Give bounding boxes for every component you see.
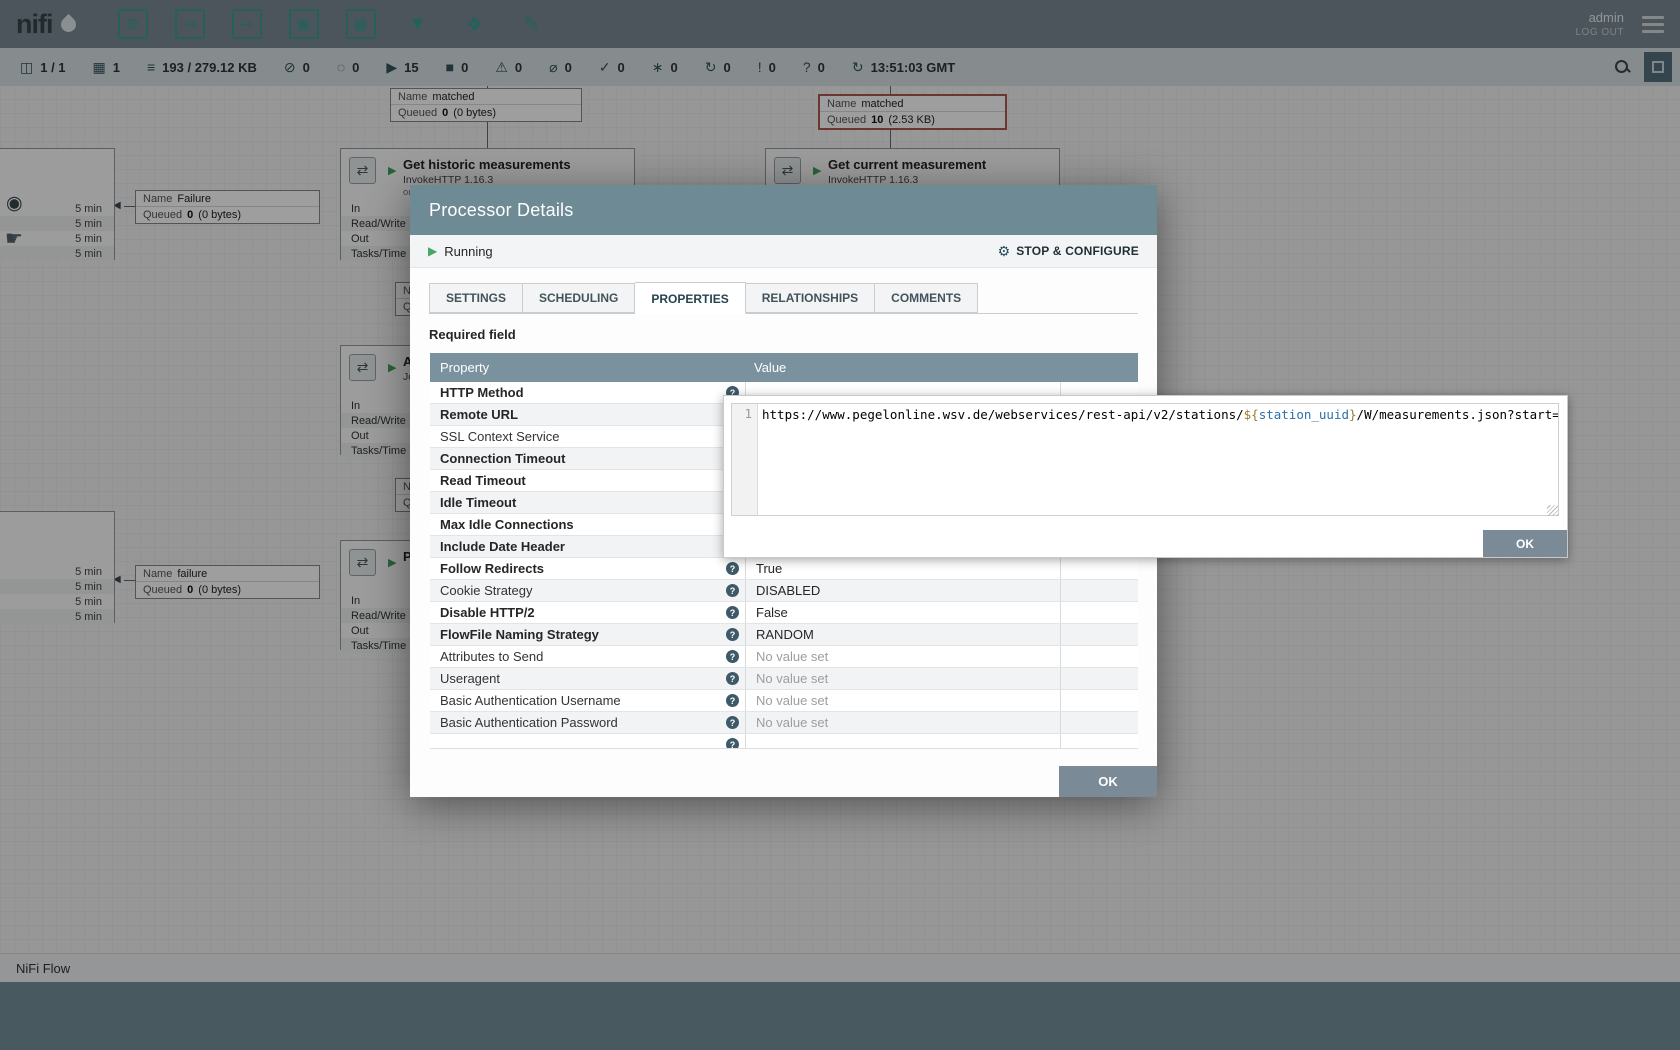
property-row-disable-http2: Disable HTTP/2? False xyxy=(430,602,1138,624)
editor-ok-button[interactable]: OK xyxy=(1483,530,1567,557)
editor-code-line[interactable]: https://www.pegelonline.wsv.de/webservic… xyxy=(758,404,1558,515)
property-row-basic-auth-username: Basic Authentication Username? No value … xyxy=(430,690,1138,712)
property-row-clipped: ? xyxy=(430,734,1138,748)
nifi-app: nifi ⚙ ⇥ ↦ ▣ ▦ ▼ ❖ ✎ admin LOG OUT ◫1 / … xyxy=(0,0,1680,1050)
help-icon[interactable]: ? xyxy=(726,628,739,641)
tab-settings[interactable]: SETTINGS xyxy=(429,283,523,313)
running-status-icon: ▶ xyxy=(428,244,437,258)
value-cell[interactable] xyxy=(745,734,1060,748)
value-cell[interactable]: No value set xyxy=(745,668,1060,689)
help-icon[interactable]: ? xyxy=(726,672,739,685)
value-cell[interactable]: False xyxy=(745,602,1060,623)
help-icon[interactable]: ? xyxy=(726,738,739,748)
property-row-basic-auth-password: Basic Authentication Password? No value … xyxy=(430,712,1138,734)
dialog-header: Processor Details xyxy=(410,185,1157,235)
editor-line-number: 1 xyxy=(732,404,758,515)
help-icon[interactable]: ? xyxy=(726,584,739,597)
configure-gear-icon: ⚙ xyxy=(998,243,1011,260)
value-cell[interactable]: RANDOM xyxy=(745,624,1060,645)
help-icon[interactable]: ? xyxy=(726,716,739,729)
required-field-note: Required field xyxy=(429,327,1138,342)
dialog-status-row: ▶ Running ⚙ STOP & CONFIGURE xyxy=(410,235,1157,268)
tab-relationships[interactable]: RELATIONSHIPS xyxy=(746,283,875,313)
column-value: Value xyxy=(745,353,1060,382)
value-cell[interactable]: True xyxy=(745,558,1060,579)
value-cell[interactable]: No value set xyxy=(745,712,1060,733)
help-icon[interactable]: ? xyxy=(726,606,739,619)
dialog-ok-button[interactable]: OK xyxy=(1059,766,1157,797)
running-status-label: Running xyxy=(444,244,492,259)
help-icon[interactable]: ? xyxy=(726,694,739,707)
dialog-tabs: SETTINGS SCHEDULING PROPERTIES RELATIONS… xyxy=(429,282,1138,314)
help-icon[interactable]: ? xyxy=(726,650,739,663)
property-row-cookie-strategy: Cookie Strategy? DISABLED xyxy=(430,580,1138,602)
tab-comments[interactable]: COMMENTS xyxy=(875,283,978,313)
property-row-attributes-to-send: Attributes to Send? No value set xyxy=(430,646,1138,668)
value-cell[interactable]: DISABLED xyxy=(745,580,1060,601)
property-row-useragent: Useragent? No value set xyxy=(430,668,1138,690)
property-row-flowfile-naming-strategy: FlowFile Naming Strategy? RANDOM xyxy=(430,624,1138,646)
dialog-title: Processor Details xyxy=(429,200,573,221)
value-editor[interactable]: 1 https://www.pegelonline.wsv.de/webserv… xyxy=(731,403,1559,516)
property-row-follow-redirects: Follow Redirects? True xyxy=(430,558,1138,580)
help-icon[interactable]: ? xyxy=(726,562,739,575)
stop-and-configure-button[interactable]: ⚙ STOP & CONFIGURE xyxy=(998,243,1139,260)
properties-table-header: Property Value xyxy=(430,353,1138,382)
value-cell[interactable]: No value set xyxy=(745,690,1060,711)
column-property: Property xyxy=(430,353,745,382)
editor-resize-grip[interactable] xyxy=(1547,505,1558,516)
tab-scheduling[interactable]: SCHEDULING xyxy=(523,283,635,313)
value-cell[interactable]: No value set xyxy=(745,646,1060,667)
value-editor-popup: 1 https://www.pegelonline.wsv.de/webserv… xyxy=(723,395,1568,558)
tab-properties[interactable]: PROPERTIES xyxy=(635,282,745,314)
